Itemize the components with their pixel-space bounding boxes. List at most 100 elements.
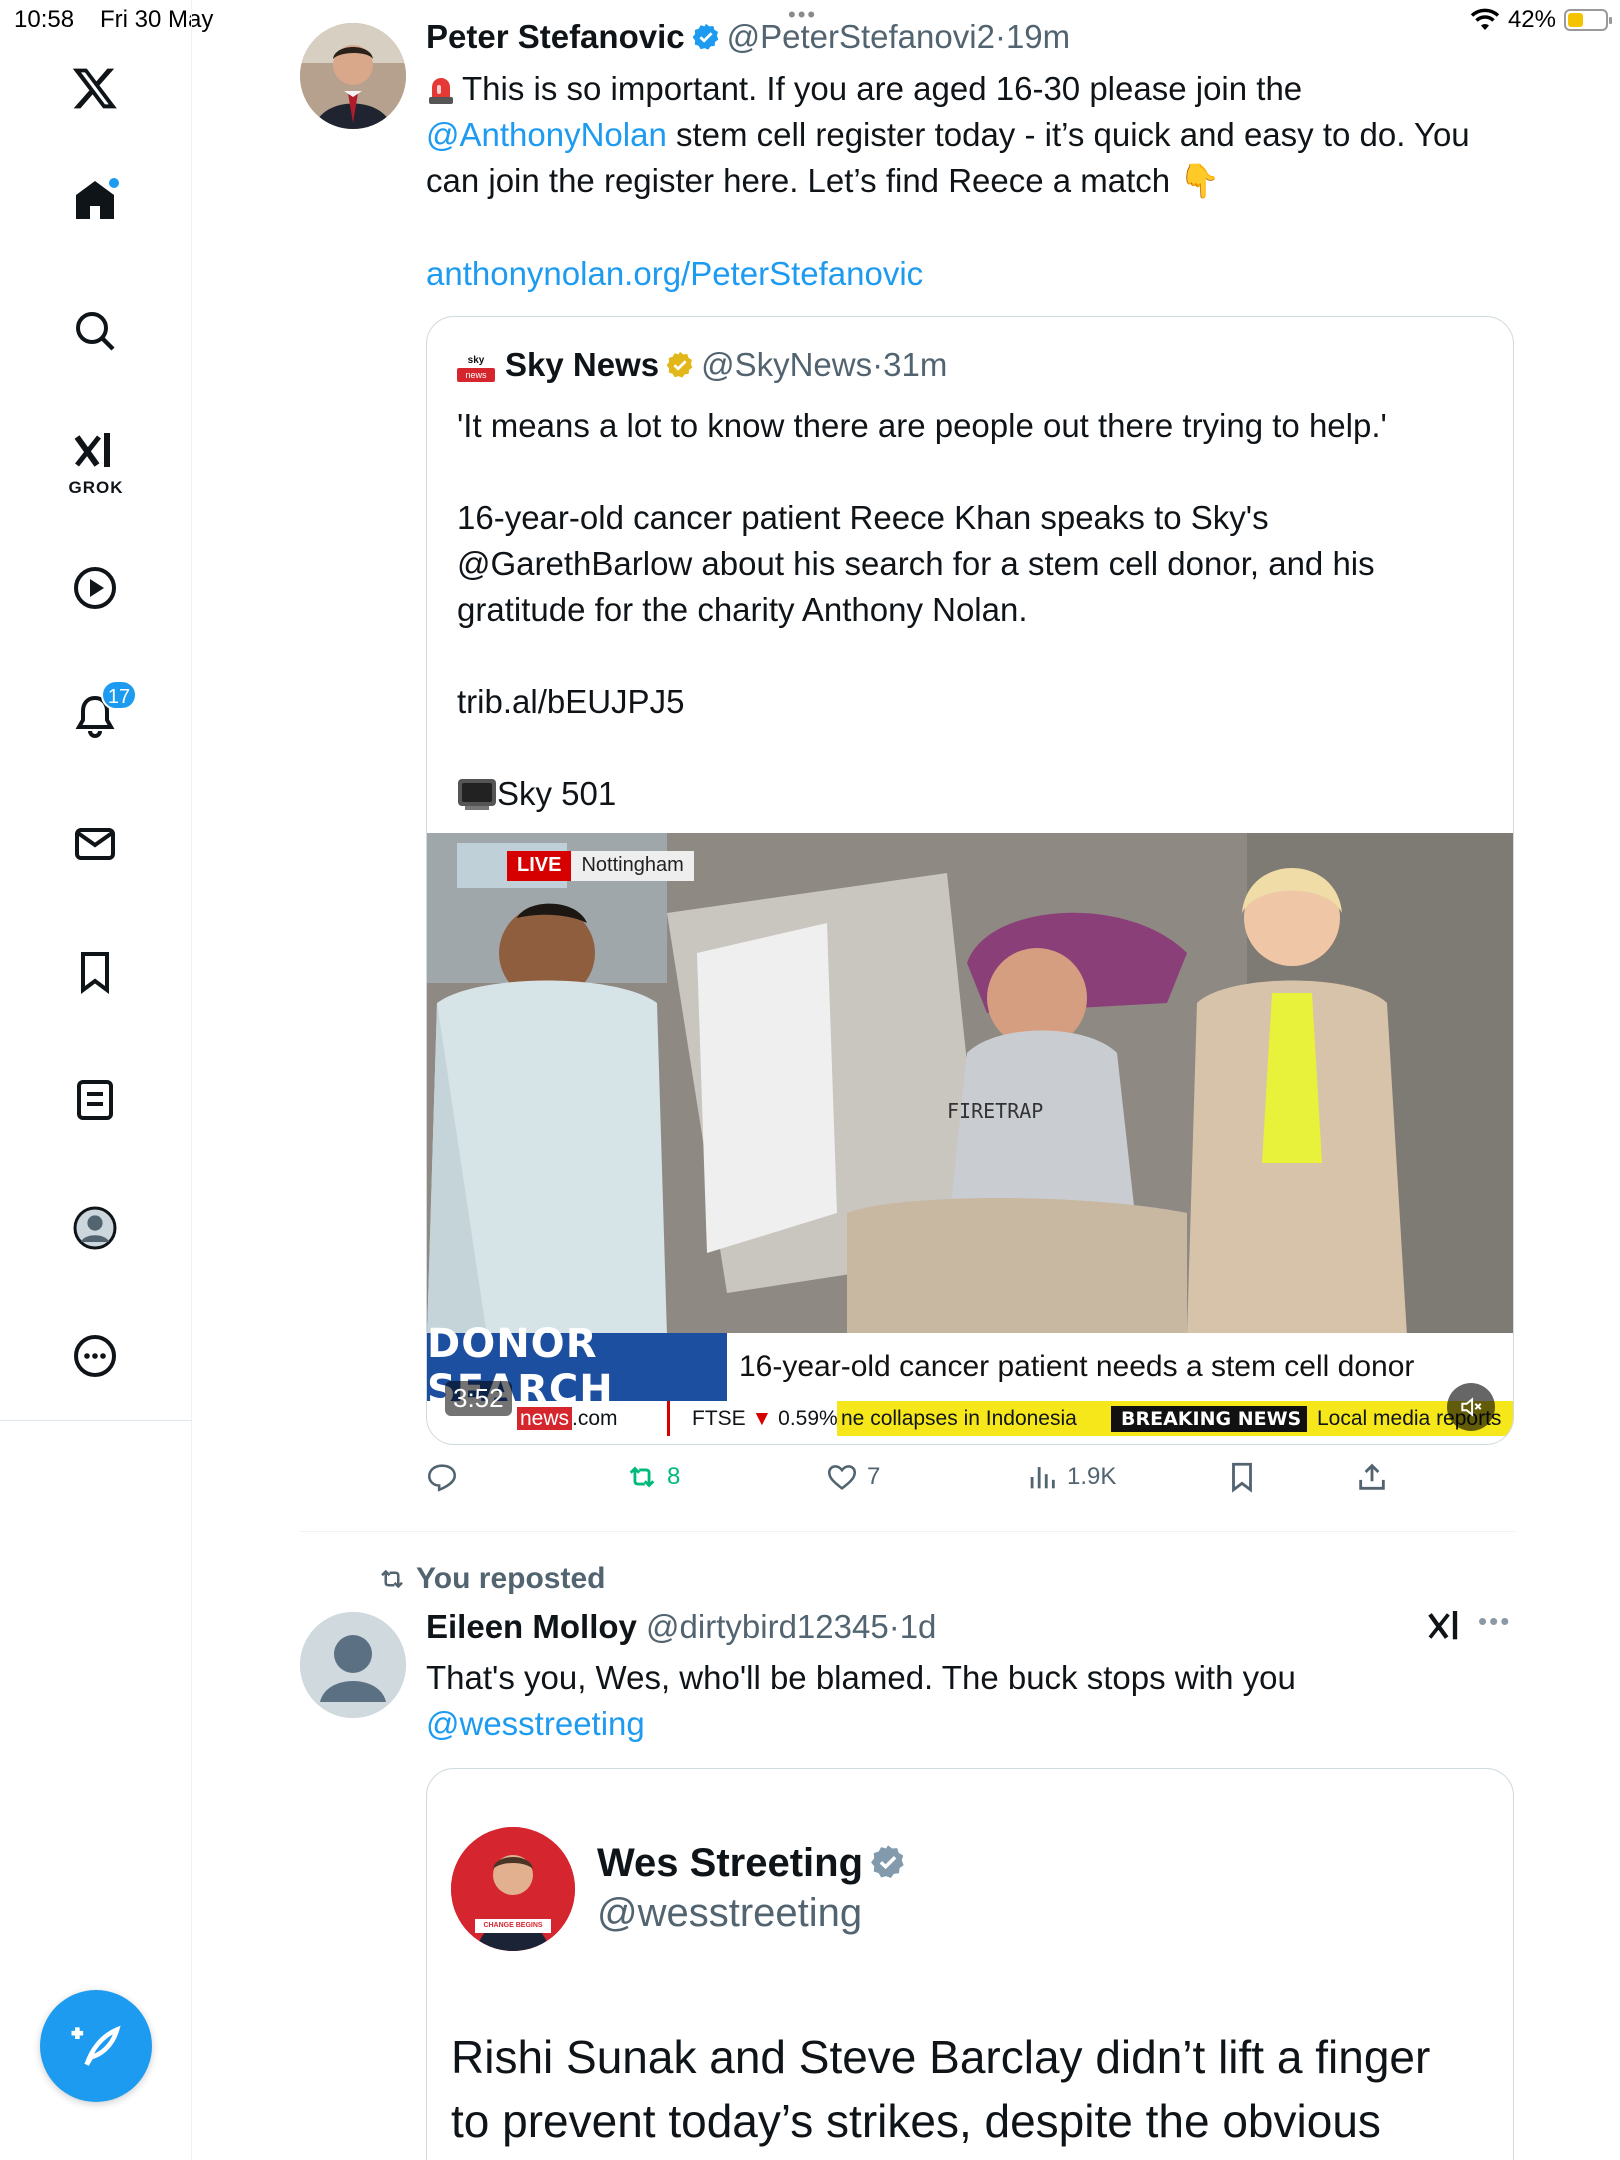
quote-image-text: Rishi Sunak and Steve Barclay didn’t lif… bbox=[451, 2025, 1501, 2153]
ticker-ftse: FTSE ▼ 0.59% bbox=[667, 1401, 838, 1436]
ticker-ftse-label: FTSE bbox=[692, 1407, 746, 1430]
heart-icon bbox=[827, 1465, 857, 1490]
quoted-image-card[interactable]: CHANGE BEGINS Wes Streeting @wesstreetin… bbox=[426, 1768, 1514, 2160]
live-label: LIVE bbox=[507, 851, 572, 881]
more-options-icon[interactable] bbox=[67, 1328, 123, 1384]
wes-streeting-avatar: CHANGE BEGINS bbox=[451, 1827, 575, 1951]
compose-feather-icon bbox=[71, 2025, 121, 2066]
x-logo-icon[interactable] bbox=[67, 60, 123, 116]
television-emoji-icon bbox=[458, 779, 496, 810]
quote-text-line: 16-year-old cancer patient Reece Khan sp… bbox=[457, 499, 1269, 536]
quote-text-line: @GarethBarlow about his search for a ste… bbox=[457, 545, 1375, 582]
ticker-story: ne collapses in Indonesia bbox=[837, 1401, 1097, 1436]
quote-author-name[interactable]: Sky News bbox=[505, 346, 659, 383]
tweet-header: Eileen Molloy @dirtybird12345·1d bbox=[426, 1608, 936, 1646]
live-location-tag: LIVE Nottingham bbox=[507, 851, 694, 881]
quote-header: Sky News @SkyNews·31m bbox=[505, 346, 947, 384]
video-play-icon[interactable] bbox=[67, 560, 123, 616]
profile-avatar-icon[interactable] bbox=[67, 1200, 123, 1256]
peter-stefanovic-avatar[interactable] bbox=[300, 23, 406, 129]
share-button[interactable] bbox=[1355, 1460, 1389, 1494]
eileen-molloy-avatar[interactable] bbox=[300, 1612, 406, 1718]
grok-icon[interactable] bbox=[67, 423, 123, 479]
pointing-down-emoji-icon: 👇 bbox=[1179, 162, 1221, 199]
quote-text-line: 'It means a lot to know there are people… bbox=[457, 407, 1387, 444]
quote-text: 'It means a lot to know there are people… bbox=[457, 403, 1497, 817]
like-count: 7 bbox=[867, 1463, 881, 1490]
retweet-count: 8 bbox=[667, 1463, 681, 1490]
bookmarks-icon[interactable] bbox=[67, 944, 123, 1000]
quote-text-channel: Sky 501 bbox=[497, 775, 617, 812]
ticker-breaking-wrap: BREAKING NEWS bbox=[1097, 1401, 1312, 1436]
tweet-text-line: can join the register here. Let’s find R… bbox=[426, 162, 1171, 199]
repost-small-icon bbox=[381, 1569, 403, 1589]
retweet-icon bbox=[629, 1466, 655, 1488]
video-player[interactable]: FIRETRAP LIVE Nottingham DONOR SEARCH 16… bbox=[427, 833, 1513, 1436]
notifications-bell-icon[interactable]: 17 bbox=[67, 680, 137, 744]
timeline-feed: Peter Stefanovic @PeterStefanovi2·19m Thi… bbox=[193, 0, 1620, 2160]
separator-dot: · bbox=[888, 1608, 900, 1645]
quote-author-handle: @wesstreeting bbox=[597, 1891, 863, 1935]
author-handle[interactable]: @dirtybird12345 bbox=[646, 1608, 889, 1645]
search-icon[interactable] bbox=[67, 303, 123, 359]
avatar-caption: CHANGE BEGINS bbox=[483, 1922, 543, 1929]
views-chart-icon bbox=[1030, 1467, 1055, 1489]
tweet-more-options-icon[interactable]: ••• bbox=[1478, 1606, 1511, 1637]
messages-mail-icon[interactable] bbox=[67, 816, 123, 872]
home-unread-dot bbox=[107, 176, 121, 190]
mute-toggle-button[interactable] bbox=[1447, 1383, 1495, 1431]
quote-author-name: Wes Streeting bbox=[597, 1841, 863, 1885]
tweet-text-line: That's you, Wes, who'll be blamed. The b… bbox=[426, 1659, 1296, 1696]
author-handle[interactable]: @PeterStefanovi2 bbox=[727, 18, 995, 55]
tweet-time[interactable]: 19m bbox=[1006, 18, 1070, 55]
like-button[interactable]: 7 bbox=[825, 1460, 880, 1494]
logo-text-top: sky bbox=[467, 355, 485, 366]
quote-author-handle[interactable]: @SkyNews bbox=[701, 346, 872, 383]
lists-icon[interactable] bbox=[67, 1072, 123, 1128]
reply-button[interactable] bbox=[425, 1460, 459, 1494]
author-name[interactable]: Eileen Molloy bbox=[426, 1608, 637, 1645]
quote-time[interactable]: 31m bbox=[883, 346, 947, 383]
ticker-breaking: BREAKING NEWS bbox=[1111, 1406, 1312, 1432]
separator-dot: · bbox=[994, 18, 1006, 55]
sidebar-divider bbox=[0, 1420, 192, 1421]
mention-link[interactable]: @AnthonyNolan bbox=[426, 116, 667, 153]
views-button[interactable]: 1.9K bbox=[1025, 1460, 1116, 1494]
bookmark-button[interactable] bbox=[1225, 1460, 1259, 1494]
strap-text: 16-year-old cancer patient needs a stem … bbox=[727, 1333, 1513, 1401]
notifications-count-badge: 17 bbox=[101, 680, 137, 710]
compose-post-button[interactable] bbox=[40, 1990, 152, 2102]
verified-badge-icon bbox=[692, 23, 718, 50]
reply-icon bbox=[427, 1464, 457, 1492]
ticker-site-b: .com bbox=[572, 1407, 618, 1430]
mention-link[interactable]: @wesstreeting bbox=[426, 1701, 1526, 1747]
quote-author-row: Wes Streeting bbox=[597, 1841, 913, 1886]
logo-text-bottom: news bbox=[457, 368, 495, 382]
gold-verified-badge-icon bbox=[666, 351, 693, 378]
grok-label: GROK bbox=[68, 478, 124, 497]
shirt-text: FIRETRAP bbox=[947, 1099, 1043, 1123]
home-icon[interactable] bbox=[67, 172, 123, 228]
external-link[interactable]: anthonynolan.org/PeterStefanovic bbox=[426, 251, 923, 297]
grok-explain-icon[interactable] bbox=[1425, 1606, 1465, 1651]
tweet-header: Peter Stefanovic @PeterStefanovi2·19m bbox=[426, 18, 1070, 56]
speaker-muted-icon bbox=[1461, 1397, 1482, 1417]
tweet-separator bbox=[300, 1531, 1515, 1532]
location-label: Nottingham bbox=[571, 851, 694, 881]
tweet-time[interactable]: 1d bbox=[900, 1608, 937, 1645]
ticker-site-a: news bbox=[517, 1407, 573, 1430]
views-count: 1.9K bbox=[1067, 1463, 1117, 1490]
video-frame-scene: FIRETRAP bbox=[427, 833, 1513, 1336]
quoted-tweet-card[interactable]: sky news Sky News @SkyNews·31m 'It means … bbox=[426, 316, 1514, 1445]
sky-news-logo-icon: sky news bbox=[457, 354, 495, 384]
ticker-ftse-change: 0.59% bbox=[778, 1407, 838, 1430]
news-lower-third: DONOR SEARCH 16-year-old cancer patient … bbox=[427, 1321, 1513, 1436]
tweet-text: That's you, Wes, who'll be blamed. The b… bbox=[426, 1655, 1526, 1747]
share-icon bbox=[1359, 1463, 1385, 1490]
tweet-text-line: This is so important. If you are aged 16… bbox=[462, 70, 1303, 107]
retweet-button[interactable]: 8 bbox=[625, 1460, 680, 1494]
author-name[interactable]: Peter Stefanovic bbox=[426, 18, 685, 55]
repost-indicator: You reposted bbox=[376, 1562, 605, 1596]
repost-label: You reposted bbox=[416, 1562, 606, 1595]
quote-text-link: trib.al/bEUJPJ5 bbox=[457, 683, 685, 720]
